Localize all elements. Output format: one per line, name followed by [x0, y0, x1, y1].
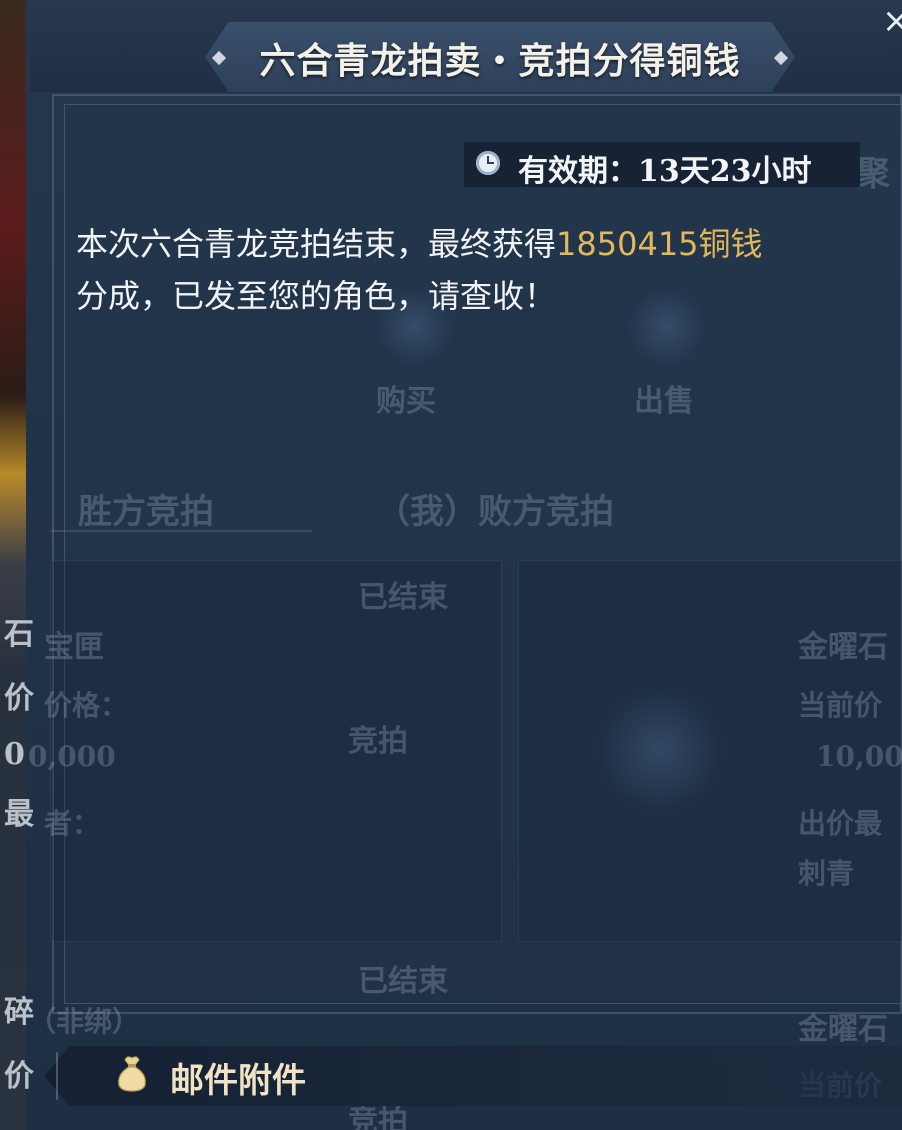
background-scene-strip: 石 价 0 最 碎 价 — [0, 0, 34, 1130]
bg-fragment: 石 — [4, 617, 34, 652]
mail-message: 本次六合青龙竞拍结束，最终获得1850415铜钱 分成，已发至您的角色，请查收！ — [76, 218, 856, 322]
validity-label: 有效期： — [518, 154, 638, 189]
clock-icon — [476, 151, 500, 175]
validity-value: 13天23小时 — [638, 154, 812, 189]
game-screen: 石 价 0 最 碎 价 六合青龙拍卖・竞拍分得铜钱 × 聚 购买 出售 胜方竞拍… — [0, 0, 902, 1130]
message-suffix: 分成，已发至您的角色，请查收！ — [76, 277, 557, 315]
bg-fragment: 价 — [4, 681, 34, 716]
bg-fragment: 价 — [4, 1059, 34, 1094]
close-button[interactable]: × — [882, 4, 902, 40]
bg-fragment: 0 — [4, 737, 25, 772]
attachment-label: 邮件附件 — [170, 1061, 306, 1101]
attachment-bar-accent — [56, 1052, 58, 1100]
message-prefix: 本次六合青龙竞拍结束，最终获得 — [76, 225, 557, 263]
mail-dialog: 六合青龙拍卖・竞拍分得铜钱 × 聚 购买 出售 胜方竞拍 （我）败方竞拍 已结束… — [28, 0, 902, 1130]
validity-badge: 有效期：13天23小时 — [464, 142, 860, 190]
dialog-title: 六合青龙拍卖・竞拍分得铜钱 — [259, 40, 741, 82]
money-bag-icon — [118, 1056, 146, 1092]
validity-text: 有效期：13天23小时 — [518, 146, 812, 190]
bg-fragment: 最 — [4, 797, 34, 832]
bg-fragment: 碎 — [4, 995, 34, 1030]
coin-amount: 1850415铜钱 — [556, 225, 763, 263]
